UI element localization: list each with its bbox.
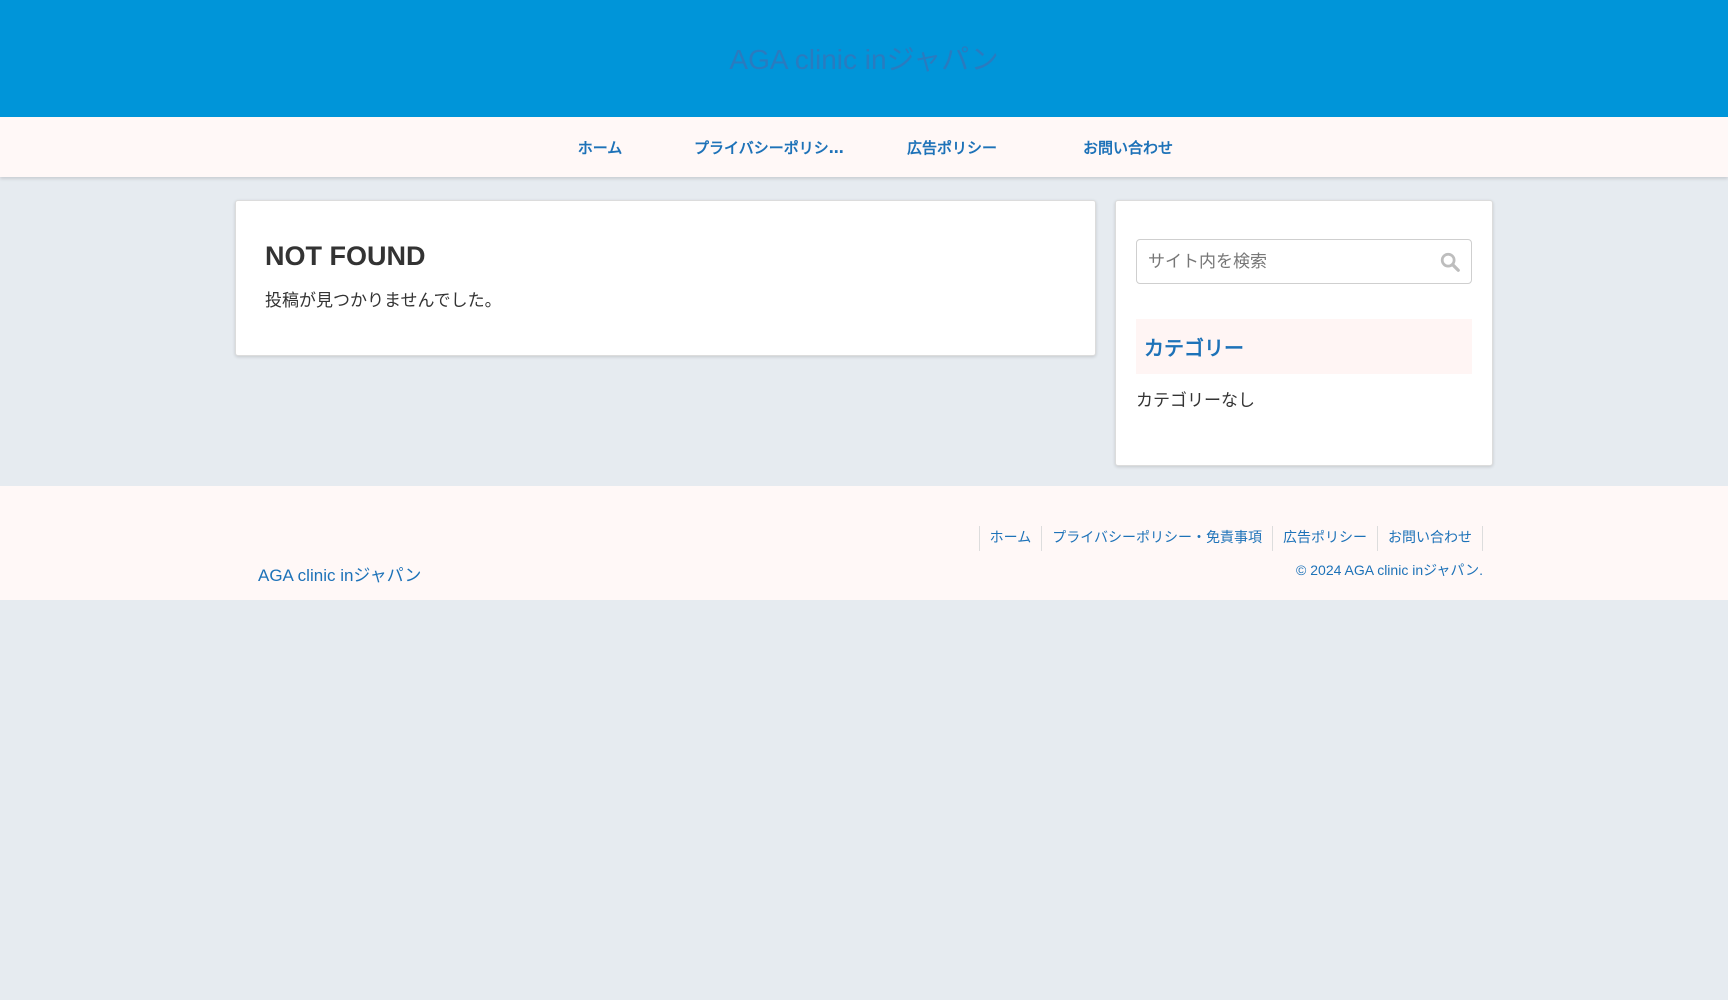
main-article: NOT FOUND 投稿が見つかりませんでした。 bbox=[235, 200, 1096, 356]
footer-menu-item-privacy-policy[interactable]: プライバシーポリシー・免責事項 bbox=[1042, 526, 1273, 551]
search-form bbox=[1136, 239, 1472, 284]
footer-site-title[interactable]: AGA clinic inジャパン bbox=[258, 567, 421, 584]
footer-menu-item-ad-policy[interactable]: 広告ポリシー bbox=[1273, 526, 1378, 551]
nav-item-home[interactable]: ホーム bbox=[512, 137, 688, 158]
sidebar: カテゴリー カテゴリーなし bbox=[1115, 200, 1493, 466]
content-area: NOT FOUND 投稿が見つかりませんでした。 カテゴリー カテゴリーなし bbox=[0, 177, 1728, 486]
nav-item-privacy-policy[interactable]: プライバシーポリシー・免責事項 bbox=[688, 137, 864, 158]
nav-item-contact[interactable]: お問い合わせ bbox=[1040, 137, 1216, 158]
not-found-message: 投稿が見つかりませんでした。 bbox=[265, 291, 502, 311]
footer-menu-item-home[interactable]: ホーム bbox=[980, 526, 1043, 551]
footer-menu-item-contact[interactable]: お問い合わせ bbox=[1378, 526, 1483, 551]
site-footer: AGA clinic inジャパン ホーム プライバシーポリシー・免責事項 広告… bbox=[0, 486, 1728, 600]
site-header: AGA clinic inジャパン bbox=[0, 0, 1728, 117]
copyright: © 2024 AGA clinic inジャパン. bbox=[1296, 562, 1483, 578]
search-icon[interactable] bbox=[1439, 251, 1461, 273]
site-title-link[interactable]: AGA clinic inジャパン bbox=[729, 38, 998, 78]
category-heading: カテゴリー bbox=[1136, 319, 1472, 374]
global-nav: ホーム プライバシーポリシー・免責事項 広告ポリシー お問い合わせ bbox=[0, 117, 1728, 177]
category-empty-text: カテゴリーなし bbox=[1136, 391, 1255, 411]
search-input[interactable] bbox=[1137, 240, 1471, 283]
page-title: NOT FOUND bbox=[265, 241, 426, 271]
footer-menu: ホーム プライバシーポリシー・免責事項 広告ポリシー お問い合わせ bbox=[978, 526, 1483, 551]
nav-item-ad-policy[interactable]: 広告ポリシー bbox=[864, 137, 1040, 158]
